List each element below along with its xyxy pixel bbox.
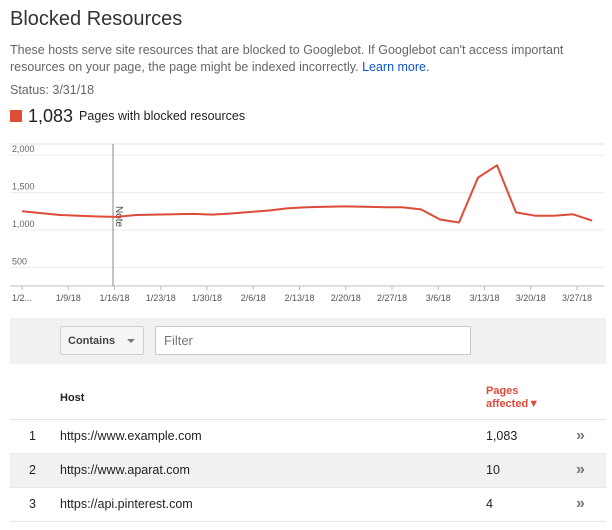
x-tick-label: 3/20/18 xyxy=(516,293,546,303)
row-pages-affected: 10 xyxy=(486,463,500,477)
column-header-host[interactable]: Host xyxy=(60,392,84,404)
y-tick-label: 500 xyxy=(12,256,27,266)
table-row[interactable]: 2 https://www.aparat.com 10 » xyxy=(10,454,606,488)
x-tick-label: 3/27/18 xyxy=(562,293,592,303)
description-text: These hosts serve site resources that ar… xyxy=(10,43,564,74)
row-host: https://www.example.com xyxy=(60,429,202,443)
y-tick-label: 1,000 xyxy=(12,219,35,229)
status-date: Status: 3/31/18 xyxy=(10,83,95,97)
metric-label: Pages with blocked resources xyxy=(79,109,246,123)
row-pages-affected: 1,083 xyxy=(486,429,518,443)
y-tick-label: 2,000 xyxy=(12,144,35,154)
x-tick-label: 1/9/18 xyxy=(56,293,81,303)
table-row[interactable]: 3 https://api.pinterest.com 4 » xyxy=(10,488,606,522)
x-tick-label: 1/30/18 xyxy=(192,293,222,303)
x-tick-label: 1/16/18 xyxy=(99,293,129,303)
page-title: Blocked Resources xyxy=(10,8,183,30)
series-line xyxy=(21,164,593,224)
legend-swatch xyxy=(10,110,22,122)
hosts-table: Host Pages affected▼ 1 https://www.examp… xyxy=(10,378,606,522)
row-details-chevron-icon[interactable]: » xyxy=(576,461,585,479)
column-header-pages-affected[interactable]: Pages affected▼ xyxy=(486,385,566,411)
filter-input[interactable] xyxy=(155,326,471,355)
x-tick-label: 2/6/18 xyxy=(241,293,266,303)
x-tick-label: 1/23/18 xyxy=(146,293,176,303)
row-details-chevron-icon[interactable]: » xyxy=(576,427,585,445)
x-tick-label: 2/27/18 xyxy=(377,293,407,303)
filter-type-dropdown[interactable]: Contains xyxy=(60,326,144,355)
sort-desc-icon: ▼ xyxy=(528,398,540,410)
row-details-chevron-icon[interactable]: » xyxy=(576,495,585,513)
x-tick-label: 2/13/18 xyxy=(284,293,314,303)
chevron-down-icon xyxy=(127,339,135,343)
row-pages-affected: 4 xyxy=(486,497,493,511)
x-tick-label: 1/2... xyxy=(12,293,32,303)
row-host: https://www.aparat.com xyxy=(60,463,190,477)
x-tick-label: 2/20/18 xyxy=(331,293,361,303)
table-row[interactable]: 1 https://www.example.com 1,083 » xyxy=(10,420,606,454)
table-header: Host Pages affected▼ xyxy=(10,378,606,420)
metric-summary: 1,083 Pages with blocked resources xyxy=(10,104,245,128)
column-header-pages-label: Pages affected xyxy=(486,385,529,410)
learn-more-link[interactable]: Learn more. xyxy=(362,60,429,74)
filter-type-label: Contains xyxy=(68,334,116,347)
row-index: 1 xyxy=(29,429,36,443)
x-tick-label: 3/6/18 xyxy=(426,293,451,303)
x-tick-label: 3/13/18 xyxy=(469,293,499,303)
row-index: 3 xyxy=(29,497,36,511)
metric-count: 1,083 xyxy=(28,105,74,126)
filter-bar: Contains xyxy=(10,318,606,364)
blocked-resources-chart: 2,000 1,500 1,000 500 1/2... 1/9/18 1/16/18 1/2… xyxy=(10,143,604,303)
row-host: https://api.pinterest.com xyxy=(60,497,193,511)
y-tick-label: 1,500 xyxy=(12,182,35,192)
page-description: These hosts serve site resources that ar… xyxy=(10,42,606,76)
row-index: 2 xyxy=(29,463,36,477)
